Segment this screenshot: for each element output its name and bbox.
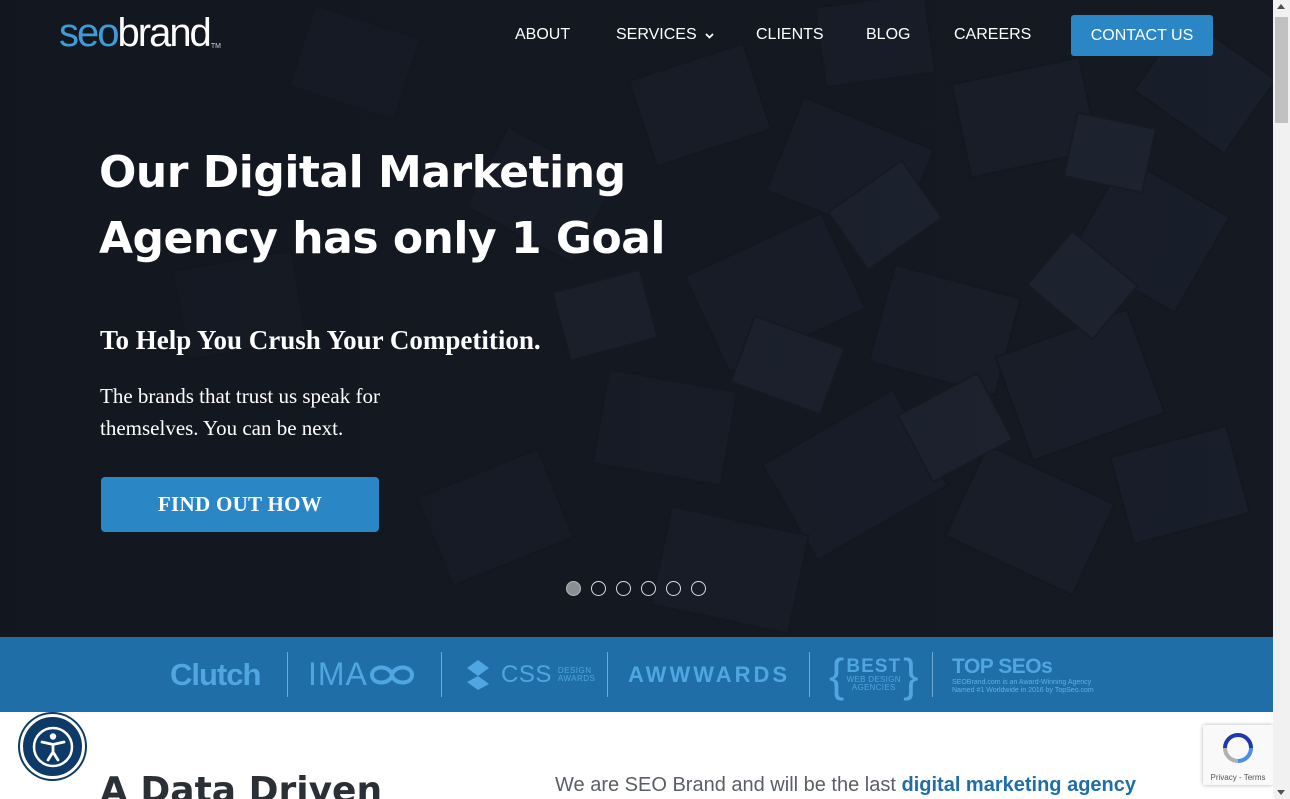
accessibility-button[interactable] xyxy=(20,714,85,779)
hero-overlay xyxy=(0,0,1273,637)
hero-subtitle: To Help You Crush Your Competition. xyxy=(100,325,541,355)
nav-services-label: SERVICES xyxy=(616,26,697,43)
nav-services[interactable]: SERVICES xyxy=(616,24,715,46)
topseos-text: TOP SEOs xyxy=(952,654,1053,678)
main-nav: ABOUT SERVICES CLIENTS BLOG CAREERS CONT… xyxy=(0,0,1273,70)
awards-divider xyxy=(287,652,288,697)
awards-divider xyxy=(441,652,442,697)
recaptcha-icon xyxy=(1223,733,1253,763)
scroll-down-arrow-icon[interactable] xyxy=(1277,790,1285,795)
nav-careers[interactable]: CAREERS xyxy=(954,24,1031,46)
recaptcha-badge[interactable]: Privacy - Terms xyxy=(1203,725,1273,785)
awards-divider xyxy=(607,652,608,697)
intro-section: A Data Driven We are SEO Brand and will … xyxy=(0,712,1273,799)
brace-left-icon: { xyxy=(829,648,845,701)
nav-about[interactable]: ABOUT xyxy=(515,24,570,46)
hero-description: The brands that trust us speak for thems… xyxy=(100,384,380,440)
scroll-up-arrow-icon[interactable] xyxy=(1277,4,1285,9)
award-css-design-awards-logo: CSS DESIGN AWARDS xyxy=(461,637,595,712)
slider-dot[interactable] xyxy=(591,581,606,596)
awards-divider xyxy=(809,652,810,697)
award-awwwards-logo: AWWWARDS xyxy=(628,661,791,687)
nav-blog[interactable]: BLOG xyxy=(866,24,910,46)
recaptcha-privacy-link[interactable]: Privacy xyxy=(1211,773,1237,782)
award-clutch-logo: Clutch xyxy=(170,656,261,692)
intro-text-prefix: We are SEO Brand and will be the last xyxy=(555,774,902,796)
brace-right-icon: } xyxy=(903,648,919,701)
topseos-note-2: Named #1 Worldwide in 2016 by TopSeo.com xyxy=(952,686,1094,694)
page-scrollbar[interactable] xyxy=(1273,0,1290,799)
hero-title: Our Digital Marketing Agency has only 1 … xyxy=(99,147,666,264)
css-awards-big-text: CSS xyxy=(501,660,552,688)
intro-heading: A Data Driven xyxy=(100,770,383,799)
recaptcha-links: Privacy - Terms xyxy=(1210,773,1266,782)
award-topseos-logo: TOP SEOs SEOBrand.com is an Award-Winnin… xyxy=(952,637,1094,712)
slider-dot[interactable] xyxy=(641,581,656,596)
ima-text: IMA xyxy=(308,656,368,692)
slider-dot[interactable] xyxy=(566,581,581,596)
intro-text: We are SEO Brand and will be the last di… xyxy=(555,774,1136,797)
page: seo brand TM ABOUT SERVICES CLIENTS BLOG… xyxy=(0,0,1290,799)
contact-us-button[interactable]: CONTACT US xyxy=(1071,15,1213,56)
hero-section: seo brand TM ABOUT SERVICES CLIENTS BLOG… xyxy=(0,0,1273,637)
accessibility-icon xyxy=(32,726,73,767)
ima-emblem-icon xyxy=(369,665,414,684)
award-best-web-design-logo: { BEST WEB DESIGN AGENCIES } xyxy=(829,637,918,712)
awards-divider xyxy=(932,652,933,697)
slider-dot[interactable] xyxy=(691,581,706,596)
chevron-down-icon xyxy=(704,32,714,39)
best-big-text: BEST xyxy=(846,656,902,677)
slider-dot[interactable] xyxy=(666,581,681,596)
awards-bar: Clutch IMA CSS DESIGN AWARDS AWWWARDS { … xyxy=(0,637,1273,712)
scrollbar-thumb[interactable] xyxy=(1275,17,1288,123)
recaptcha-terms-link[interactable]: Terms xyxy=(1244,773,1266,782)
award-ima-logo: IMA xyxy=(308,637,416,712)
slider-pagination xyxy=(566,581,706,596)
css-awards-icon xyxy=(467,659,489,690)
css-awards-small-text-2: AWARDS xyxy=(557,673,596,683)
digital-marketing-agency-link[interactable]: digital marketing agency xyxy=(901,774,1136,796)
best-small-text-2: AGENCIES xyxy=(851,683,896,692)
slider-dot[interactable] xyxy=(616,581,631,596)
topseos-note-1: SEOBrand.com is an Award-Winning Agency xyxy=(952,678,1092,686)
find-out-how-button[interactable]: FIND OUT HOW xyxy=(101,477,379,532)
nav-clients[interactable]: CLIENTS xyxy=(756,24,824,46)
